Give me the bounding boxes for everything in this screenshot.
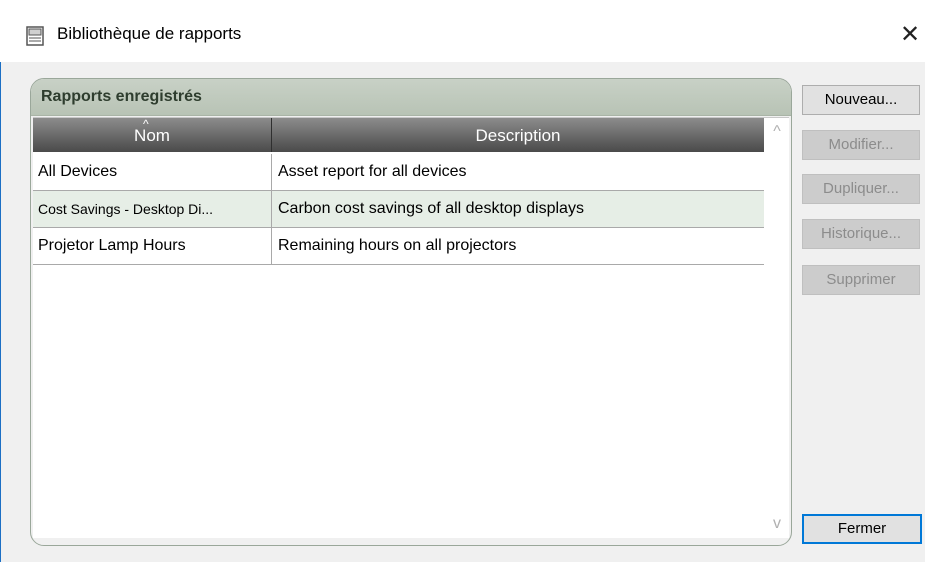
dupliquer-button[interactable]: Dupliquer... (802, 174, 920, 204)
table-row[interactable]: All Devices Asset report for all devices (33, 154, 764, 191)
window-title: Bibliothèque de rapports (57, 24, 242, 43)
cell-divider (271, 191, 272, 227)
nouveau-button[interactable]: Nouveau... (802, 85, 920, 115)
cell-description: Remaining hours on all projectors (278, 237, 517, 254)
cell-nom: All Devices (38, 163, 118, 180)
fermer-button[interactable]: Fermer (802, 514, 922, 544)
close-icon[interactable]: ✕ (895, 20, 925, 50)
saved-reports-group: Rapports enregistrés ^ Nom Description ^… (30, 78, 792, 546)
table-row[interactable]: Projetor Lamp Hours Remaining hours on a… (33, 228, 764, 265)
table-row[interactable]: Cost Savings - Desktop Di... Carbon cost… (33, 191, 764, 228)
cell-nom: Cost Savings - Desktop Di... (38, 201, 214, 217)
vertical-scrollbar[interactable]: ^ v (765, 118, 789, 538)
group-header: Rapports enregistrés (31, 79, 791, 116)
sort-ascending-icon: ^ (143, 117, 149, 131)
scroll-up-icon[interactable]: ^ (765, 122, 789, 142)
cell-description: Carbon cost savings of all desktop displ… (278, 200, 584, 217)
window-left-border (0, 0, 1, 562)
column-header-label: Description (475, 126, 561, 145)
title-bar: Bibliothèque de rapports ✕ (0, 0, 925, 62)
modifier-button[interactable]: Modifier... (802, 130, 920, 160)
cell-divider (271, 228, 272, 264)
dialog-window: Bibliothèque de rapports ✕ Rapports enre… (0, 0, 925, 562)
reports-table: ^ Nom Description ^ v All Devices Asset … (33, 117, 789, 538)
cell-divider (271, 154, 272, 190)
historique-button[interactable]: Historique... (802, 219, 920, 249)
column-header-nom[interactable]: ^ Nom (33, 118, 272, 152)
column-header-label: Nom (134, 126, 170, 145)
column-header-description[interactable]: Description (272, 118, 764, 152)
group-title: Rapports enregistrés (41, 88, 202, 105)
report-library-icon (26, 26, 44, 46)
scroll-down-icon[interactable]: v (765, 514, 789, 534)
cell-nom: Projetor Lamp Hours (38, 237, 186, 254)
supprimer-button[interactable]: Supprimer (802, 265, 920, 295)
cell-description: Asset report for all devices (278, 163, 467, 180)
